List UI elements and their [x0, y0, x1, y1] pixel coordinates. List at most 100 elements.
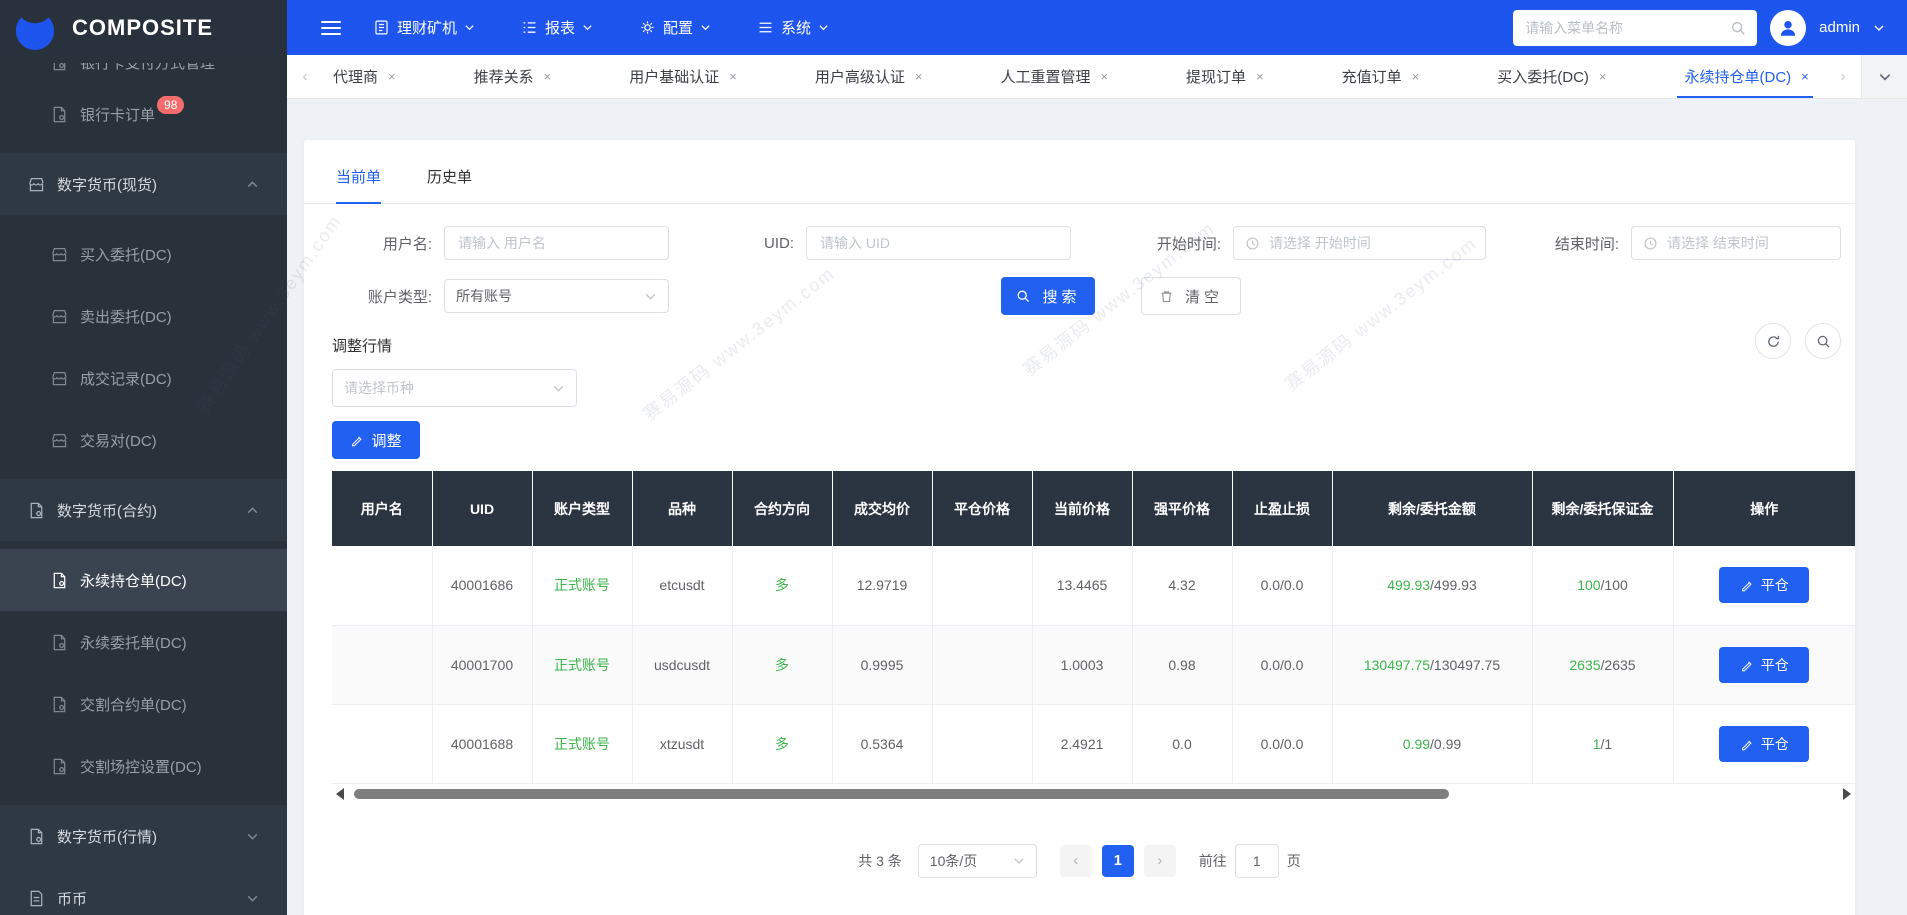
sidebar-item-数字货币(行情)[interactable]: 数字货币(行情): [0, 805, 287, 867]
pencil-icon: [1740, 737, 1754, 751]
username-field[interactable]: [444, 226, 669, 260]
sidebar-item-数字货币(合约)[interactable]: 数字货币(合约): [0, 479, 287, 541]
clear-button[interactable]: 清空: [1141, 277, 1241, 315]
uid-input[interactable]: [818, 234, 1059, 252]
start-time-input[interactable]: [1267, 234, 1474, 252]
cell-uid: 40001688: [432, 704, 532, 783]
scroll-left-arrow-icon[interactable]: [336, 788, 344, 800]
close-icon[interactable]: ×: [915, 69, 923, 84]
coin-select[interactable]: 请选择币种: [332, 369, 577, 407]
panel-tab-当前单[interactable]: 当前单: [336, 166, 381, 203]
close-icon[interactable]: ×: [544, 69, 552, 84]
open-tab-提现订单[interactable]: 提现订单×: [1186, 55, 1264, 98]
open-tab-人工重置管理[interactable]: 人工重置管理 ×: [1000, 55, 1108, 98]
goto-label: 前往: [1199, 851, 1227, 871]
search-icon[interactable]: [1729, 19, 1747, 37]
sidebar-item-交割合约单(DC)[interactable]: 交割合约单(DC): [0, 673, 287, 735]
nav-menu-label: 系统: [781, 17, 811, 38]
open-tab-买入委托(DC)[interactable]: 买入委托(DC)×: [1497, 55, 1606, 98]
scrollbar-thumb[interactable]: [354, 789, 1449, 799]
close-icon[interactable]: ×: [1412, 69, 1420, 84]
cell-amount: 0.99/0.99: [1332, 704, 1532, 783]
account-type-select[interactable]: 所有账号: [444, 279, 669, 313]
sidebar-item-交易对(DC)[interactable]: 交易对(DC): [0, 409, 287, 471]
cell-value-remaining: 100: [1577, 577, 1600, 593]
tab-label: 人工重置管理: [1000, 66, 1090, 87]
scroll-right-arrow-icon[interactable]: [1843, 788, 1851, 800]
open-tab-充值订单[interactable]: 充值订单×: [1342, 55, 1420, 98]
close-icon[interactable]: ×: [388, 69, 396, 84]
navbar-menu: 理财矿机 报表 配置 系统: [373, 17, 829, 38]
tabs-scroll-left-icon[interactable]: ‹: [287, 55, 323, 98]
sidebar-item-交割场控设置(DC)[interactable]: 交割场控设置(DC): [0, 735, 287, 797]
sidebar-item-label: 数字货币(现货): [57, 174, 157, 195]
next-page-button[interactable]: ›: [1144, 845, 1176, 877]
end-time-field[interactable]: [1631, 226, 1841, 260]
close-position-button[interactable]: 平仓: [1719, 647, 1809, 683]
sidebar-item-银行卡支付方式管理[interactable]: 银行卡支付方式管理: [0, 63, 287, 83]
filter-form: 用户名: UID: 开始时间:: [332, 226, 1855, 315]
menu-search-input[interactable]: [1523, 19, 1729, 37]
sidebar-item-永续持仓单(DC)[interactable]: 永续持仓单(DC): [0, 549, 287, 611]
sidebar-item-买入委托(DC)[interactable]: 买入委托(DC): [0, 223, 287, 285]
chevron-down-icon: [1013, 855, 1025, 867]
start-time-field[interactable]: [1233, 226, 1486, 260]
search-button[interactable]: 搜索: [1001, 277, 1095, 315]
username-input[interactable]: [456, 234, 657, 252]
tabs-scroll-right-icon[interactable]: ›: [1825, 55, 1861, 98]
magnifier-icon[interactable]: [1805, 323, 1841, 359]
open-tab-用户高级认证[interactable]: 用户高级认证×: [815, 55, 923, 98]
chevron-down-icon: [552, 382, 565, 395]
tab-label: 代理商: [333, 66, 378, 87]
sidebar-item-成交记录(DC)[interactable]: 成交记录(DC): [0, 347, 287, 409]
page-number-button[interactable]: 1: [1102, 845, 1134, 877]
file-gear-icon: [50, 695, 69, 714]
close-position-button[interactable]: 平仓: [1719, 726, 1809, 762]
open-tab-推荐关系[interactable]: 推荐关系×: [474, 55, 552, 98]
cell-avg_price: 0.9995: [832, 625, 932, 704]
cell-value-total: /499.93: [1430, 577, 1477, 593]
cell-symbol: etcusdt: [632, 546, 732, 625]
clock-icon: [1643, 236, 1658, 251]
sidebar: 银行卡支付方式管理银行卡订单98 数字货币(现货) 买入委托(DC)卖出委托(DC)…: [0, 55, 287, 915]
page-size-select[interactable]: 10条/页: [918, 844, 1037, 878]
close-icon[interactable]: ×: [1100, 69, 1108, 84]
cell-margin: 2635/2635: [1532, 625, 1673, 704]
username-label[interactable]: admin: [1819, 19, 1860, 36]
adjust-button[interactable]: 调整: [332, 421, 420, 459]
panel-tab-历史单[interactable]: 历史单: [427, 166, 472, 203]
open-tab-代理商[interactable]: 代理商 ×: [333, 55, 396, 98]
nav-menu-配置[interactable]: 配置: [639, 17, 711, 38]
prev-page-button[interactable]: ‹: [1060, 845, 1092, 877]
nav-menu-理财矿机[interactable]: 理财矿机: [373, 17, 475, 38]
close-position-button[interactable]: 平仓: [1719, 567, 1809, 603]
close-icon[interactable]: ×: [1256, 69, 1264, 84]
open-tab-永续持仓单(DC)[interactable]: 永续持仓单(DC)×: [1685, 55, 1809, 98]
open-tab-用户基础认证[interactable]: 用户基础认证×: [629, 55, 737, 98]
cell-action: 平仓: [1673, 546, 1855, 625]
close-icon[interactable]: ×: [1599, 69, 1607, 84]
refresh-icon[interactable]: [1755, 323, 1791, 359]
hamburger-menu-icon[interactable]: [321, 21, 341, 35]
nav-menu-报表[interactable]: 报表: [521, 17, 593, 38]
menu-search-box[interactable]: [1513, 10, 1757, 46]
sidebar-item-卖出委托(DC)[interactable]: 卖出委托(DC): [0, 285, 287, 347]
cell-avg_price: 0.5364: [832, 704, 932, 783]
user-avatar[interactable]: [1770, 10, 1806, 46]
sidebar-item-银行卡订单[interactable]: 银行卡订单98: [0, 83, 287, 145]
uid-field[interactable]: [806, 226, 1071, 260]
close-icon[interactable]: ×: [1801, 69, 1809, 84]
end-time-input[interactable]: [1665, 234, 1829, 252]
badge-count: 98: [157, 96, 184, 114]
goto-page-input[interactable]: [1235, 844, 1279, 878]
close-icon[interactable]: ×: [729, 69, 737, 84]
sidebar-item-永续委托单(DC)[interactable]: 永续委托单(DC): [0, 611, 287, 673]
tabs-dropdown-icon[interactable]: [1861, 55, 1907, 98]
cell-value: 正式账号: [554, 657, 610, 673]
cell-liq_price: 0.98: [1132, 625, 1232, 704]
chevron-down-icon[interactable]: [1873, 22, 1885, 34]
sidebar-item-数字货币(现货)[interactable]: 数字货币(现货): [0, 153, 287, 215]
sidebar-item-币币[interactable]: 币币: [0, 867, 287, 915]
nav-menu-系统[interactable]: 系统: [757, 17, 829, 38]
cell-account_type: 正式账号: [532, 625, 632, 704]
